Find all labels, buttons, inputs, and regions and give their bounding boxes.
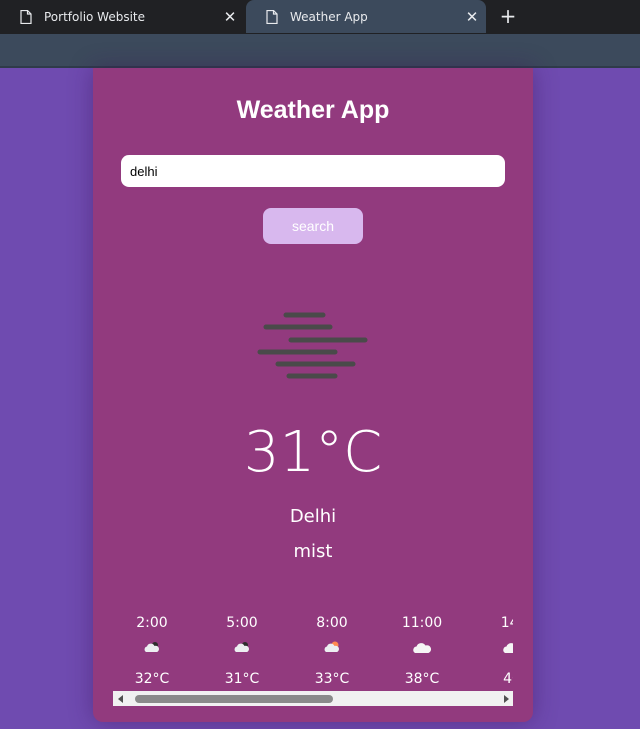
close-tab-icon[interactable]: ✕ [464,9,480,25]
page-background: Weather App search 31°C Delhi mist 2:00 [0,68,640,729]
forecast-time: 8:00 [316,615,348,631]
cloud-icon [392,633,452,661]
tab-title: Weather App [290,9,368,24]
forecast-time: 11:00 [401,615,443,631]
forecast-temp: 33°C [314,671,350,687]
city-name: Delhi [289,506,337,527]
browser-toolbar [0,34,640,68]
forecast-time: 2:00 [136,615,168,631]
hourly-forecast[interactable]: 2:00 32°C 5:00 31°C 8:00 33°C 11:00 38°C… [113,613,513,691]
current-temperature: 31°C [243,420,383,485]
tab-weather-app[interactable]: Weather App ✕ [246,0,486,33]
forecast-temp: 31°C [224,671,260,687]
forecast-item: 14: 40 [482,613,513,689]
document-icon [266,9,278,24]
forecast-item: 8:00 33°C [302,613,362,689]
scrollbar-thumb[interactable] [135,695,333,703]
forecast-temp: 32°C [134,671,170,687]
night-cloud-icon [212,633,272,661]
forecast-item: 11:00 38°C [392,613,452,689]
forecast-temp: 40 [503,671,513,687]
forecast-item: 2:00 32°C [122,613,182,689]
tab-portfolio-website[interactable]: Portfolio Website ✕ [0,0,244,33]
cloud-icon [482,633,513,661]
scroll-right-arrow[interactable] [499,691,513,706]
sun-cloud-icon [302,633,362,661]
weather-description: mist [293,541,333,562]
new-tab-button[interactable]: + [497,5,519,27]
scroll-left-arrow[interactable] [113,691,127,706]
close-tab-icon[interactable]: ✕ [222,9,238,25]
forecast-temp: 38°C [404,671,440,687]
browser-tab-bar: Portfolio Website ✕ Weather App ✕ + [0,0,640,34]
search-button[interactable]: search [263,208,363,244]
night-cloud-icon [122,633,182,661]
forecast-time: 14: [500,615,513,631]
document-icon [20,9,32,24]
forecast-scrollbar[interactable] [113,691,513,706]
city-search-input[interactable] [121,155,505,187]
tab-title: Portfolio Website [44,9,146,24]
mist-icon [257,312,368,379]
forecast-time: 5:00 [226,615,258,631]
weather-card: Weather App search 31°C Delhi mist 2:00 [93,68,533,722]
forecast-item: 5:00 31°C [212,613,272,689]
app-title: Weather App [236,96,390,124]
